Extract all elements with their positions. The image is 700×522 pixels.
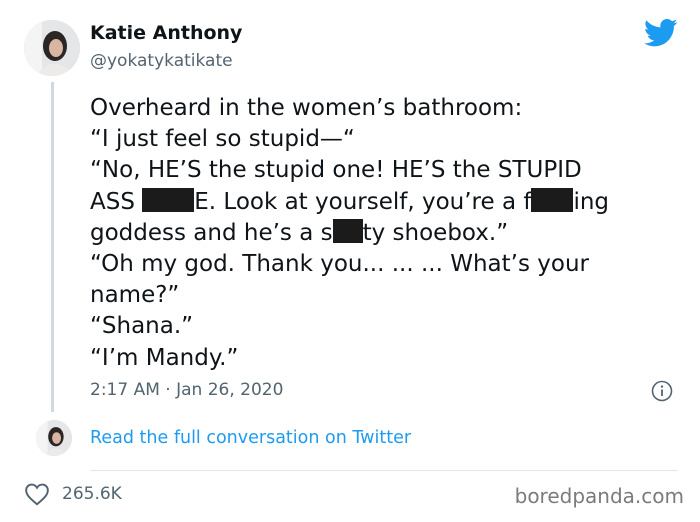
tweet-text-segment: “No, HE’S the stupid one! HE’S the STUPI… — [90, 157, 582, 184]
tweet-text-segment: “I’m Mandy.” — [90, 344, 239, 371]
tweet-line: “Oh my god. Thank you... ... ... What’s … — [90, 249, 690, 280]
avatar[interactable] — [24, 20, 80, 76]
tweet-timestamp[interactable]: 2:17 AM · Jan 26, 2020 — [90, 380, 283, 400]
tweet-text-segment: “I just feel so stupid—“ — [90, 126, 355, 153]
divider — [90, 470, 678, 471]
avatar-photo — [24, 20, 80, 76]
redaction-box — [531, 187, 574, 212]
author-name[interactable]: Katie Anthony — [90, 22, 242, 44]
tweet-text-segment: E. Look at yourself, you’re a f — [194, 188, 532, 215]
avatar-photo — [36, 420, 72, 456]
author-handle[interactable]: @yokatykatikate — [90, 51, 233, 71]
tweet-line: “Shana.” — [90, 311, 690, 342]
like-count: 265.6K — [62, 484, 122, 504]
read-conversation-link[interactable]: Read the full conversation on Twitter — [90, 428, 411, 448]
thread-avatar[interactable] — [36, 420, 72, 456]
tweet-text-segment: ing — [573, 188, 610, 215]
twitter-bird-icon[interactable] — [644, 18, 678, 48]
tweet-line: Overheard in the women’s bathroom: — [90, 93, 690, 124]
info-icon[interactable] — [651, 380, 673, 402]
tweet-line: name?” — [90, 280, 690, 311]
tweet-text-segment: goddess and he’s a s — [90, 219, 333, 246]
tweet-line: ASS E. Look at yourself, you’re a f ing — [90, 187, 690, 218]
tweet-text-segment: “Oh my god. Thank you... ... ... What’s … — [90, 251, 589, 278]
tweet-text-segment: ASS — [90, 188, 143, 215]
heart-icon[interactable] — [24, 482, 50, 506]
redaction-box — [332, 218, 363, 243]
watermark: boredpanda.com — [514, 484, 684, 508]
thread-connector — [51, 82, 54, 412]
redaction-box — [142, 187, 195, 212]
tweet-text-segment: ty shoebox.” — [362, 219, 509, 246]
tweet-line: “I’m Mandy.” — [90, 343, 690, 374]
tweet-line: “No, HE’S the stupid one! HE’S the STUPI… — [90, 155, 690, 186]
tweet-line: goddess and he’s a s ty shoebox.” — [90, 218, 690, 249]
tweet-line: “I just feel so stupid—“ — [90, 124, 690, 155]
tweet-text: Overheard in the women’s bathroom: “I ju… — [90, 93, 690, 374]
tweet-text-segment: name?” — [90, 282, 180, 309]
tweet-text-segment: “Shana.” — [90, 313, 194, 340]
tweet-text-segment: Overheard in the women’s bathroom: — [90, 95, 523, 121]
